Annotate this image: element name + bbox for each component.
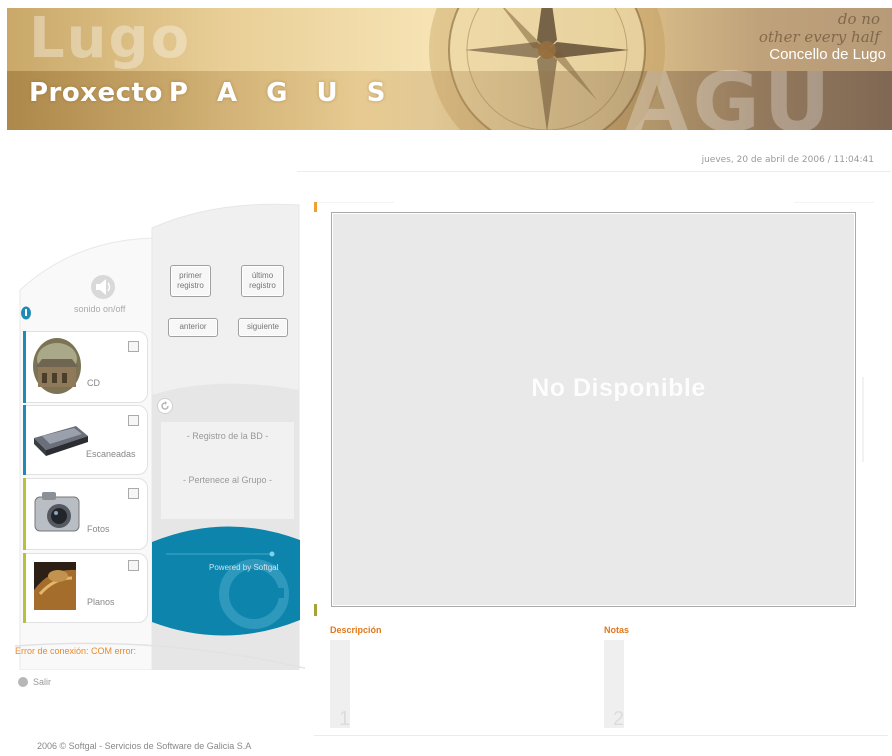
viewer-corner-marker <box>314 202 317 212</box>
category-label: Fotos <box>87 524 110 534</box>
category-checkbox[interactable] <box>128 560 139 571</box>
category-accent-bar <box>23 405 26 475</box>
first-record-button[interactable]: primer registro <box>170 265 211 297</box>
datetime-label: jueves, 20 de abril de 2006 / 11:04:41 <box>701 155 874 165</box>
concello-link[interactable]: Concello de Lugo <box>769 46 886 63</box>
notes-label: Notas <box>604 625 630 635</box>
category-checkbox[interactable] <box>128 488 139 499</box>
divider <box>297 171 891 172</box>
category-escaneadas[interactable]: Escaneadas <box>23 405 148 475</box>
banner-ghost-title: Lugo <box>29 8 192 71</box>
previous-button[interactable]: anterior <box>168 318 218 337</box>
description-label: Descripción <box>330 625 382 635</box>
category-checkbox[interactable] <box>128 341 139 352</box>
record-group-label: - Pertenece al Grupo - <box>182 475 273 485</box>
powered-by-softgal-link[interactable]: Powered by Softgal <box>209 563 278 572</box>
camera-icon <box>34 492 80 532</box>
banner-ghost-letters: AGU <box>625 56 835 130</box>
category-label: Planos <box>87 597 115 607</box>
exit-icon[interactable] <box>18 677 28 687</box>
banner-script-text: do no other every half <box>758 10 880 46</box>
record-info-box: - Registro de la BD - - Pertenece al Gru… <box>160 421 295 520</box>
category-checkbox[interactable] <box>128 415 139 426</box>
category-accent-bar <box>23 331 26 403</box>
app-title: Proxecto P A G U S <box>29 78 396 108</box>
category-label: CD <box>87 378 100 388</box>
divider <box>314 735 888 736</box>
record-db-label: - Registro de la BD - <box>186 431 269 441</box>
scanner-icon <box>34 426 88 456</box>
header-banner: Lugo AGU do no other every half Proxecto… <box>7 8 892 130</box>
blueprint-photo-icon <box>34 562 76 610</box>
category-cd[interactable]: CD <box>23 331 148 403</box>
monastery-photo-icon <box>33 338 81 394</box>
category-accent-bar <box>23 553 26 623</box>
notes-number: 2 <box>613 708 625 730</box>
not-available-placeholder: No Disponible <box>531 374 706 402</box>
image-viewer <box>331 212 856 607</box>
powered-by-panel <box>152 526 300 636</box>
next-button[interactable]: siguiente <box>238 318 288 337</box>
notes-field: 2 <box>604 640 625 730</box>
refresh-icon[interactable] <box>157 398 173 414</box>
speaker-icon[interactable] <box>90 274 116 300</box>
category-fotos[interactable]: Fotos <box>23 478 148 550</box>
sound-toggle-label[interactable]: sonido on/off <box>74 304 125 314</box>
viewer-corner-marker <box>314 604 317 616</box>
info-icon[interactable] <box>20 306 32 320</box>
category-planos[interactable]: Planos <box>23 553 148 623</box>
category-accent-bar <box>23 478 26 550</box>
description-number: 1 <box>339 708 351 730</box>
description-field: 1 <box>330 640 351 730</box>
footer-copyright: 2006 © Softgal - Servicios de Software d… <box>37 741 252 751</box>
exit-link[interactable]: Salir <box>33 677 51 687</box>
category-label: Escaneadas <box>86 449 136 459</box>
connection-error-text: Error de conexión: COM error: <box>15 646 137 656</box>
last-record-button[interactable]: último registro <box>241 265 284 297</box>
